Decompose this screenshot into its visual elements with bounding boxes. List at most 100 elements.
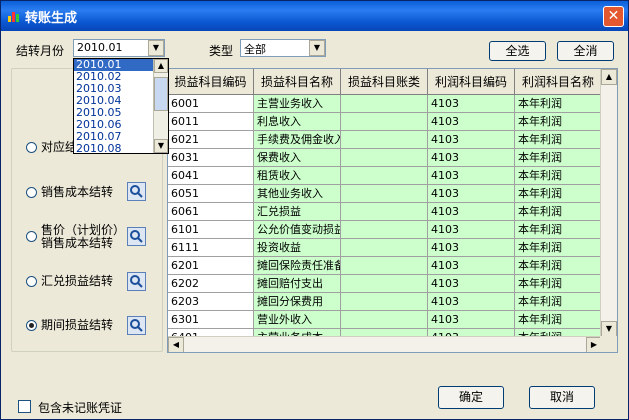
vertical-scrollbar[interactable]: ▲ ▼ bbox=[600, 69, 617, 337]
table-cell[interactable]: 4103 bbox=[428, 131, 515, 149]
table-cell[interactable] bbox=[341, 275, 428, 293]
table-cell[interactable]: 本年利润 bbox=[515, 311, 602, 329]
table-cell[interactable]: 营业外收入 bbox=[254, 311, 341, 329]
radio-sales-cost-transfer[interactable] bbox=[26, 187, 37, 198]
table-cell[interactable]: 6203 bbox=[168, 293, 254, 311]
scroll-up-icon[interactable]: ▲ bbox=[154, 59, 168, 73]
table-cell[interactable]: 本年利润 bbox=[515, 131, 602, 149]
table-cell[interactable]: 4103 bbox=[428, 185, 515, 203]
table-cell[interactable]: 6202 bbox=[168, 275, 254, 293]
column-header[interactable]: 利润科目编码 bbox=[428, 69, 515, 95]
radio-exchange-gain-loss-transfer[interactable] bbox=[26, 276, 37, 287]
table-cell[interactable]: 4103 bbox=[428, 113, 515, 131]
table-cell[interactable] bbox=[341, 257, 428, 275]
table-cell[interactable]: 手续费及佣金收入 bbox=[254, 131, 341, 149]
table-cell[interactable]: 6001 bbox=[168, 95, 254, 113]
column-header[interactable]: 损益科目名称 bbox=[254, 69, 341, 95]
table-cell[interactable]: 6031 bbox=[168, 149, 254, 167]
table-cell[interactable]: 6011 bbox=[168, 113, 254, 131]
table-row[interactable]: 6203 摊回分保费用 4103 本年利润 bbox=[168, 293, 602, 311]
chevron-down-icon[interactable]: ▼ bbox=[148, 40, 164, 56]
table-cell[interactable]: 6111 bbox=[168, 239, 254, 257]
table-cell[interactable]: 4103 bbox=[428, 167, 515, 185]
table-cell[interactable] bbox=[341, 113, 428, 131]
table-cell[interactable]: 本年利润 bbox=[515, 149, 602, 167]
chevron-down-icon[interactable]: ▼ bbox=[309, 40, 325, 56]
column-header[interactable]: 损益科目账类 bbox=[341, 69, 428, 95]
table-cell[interactable]: 本年利润 bbox=[515, 239, 602, 257]
radio-planned-price-transfer[interactable] bbox=[26, 231, 37, 242]
scroll-down-icon[interactable]: ▼ bbox=[154, 139, 168, 153]
scroll-up-icon[interactable]: ▲ bbox=[601, 69, 617, 85]
table-cell[interactable]: 本年利润 bbox=[515, 203, 602, 221]
table-cell[interactable]: 本年利润 bbox=[515, 275, 602, 293]
table-cell[interactable]: 6051 bbox=[168, 185, 254, 203]
table-cell[interactable]: 主营业务收入 bbox=[254, 95, 341, 113]
table-cell[interactable]: 4103 bbox=[428, 239, 515, 257]
table-cell[interactable]: 6021 bbox=[168, 131, 254, 149]
table-cell[interactable]: 摊回保险责任准备金 bbox=[254, 257, 341, 275]
select-all-button[interactable]: 全选 bbox=[489, 41, 546, 61]
table-cell[interactable] bbox=[341, 311, 428, 329]
table-row[interactable]: 6101 公允价值变动损益 4103 本年利润 bbox=[168, 221, 602, 239]
table-cell[interactable]: 4103 bbox=[428, 257, 515, 275]
table-cell[interactable]: 本年利润 bbox=[515, 95, 602, 113]
table-cell[interactable]: 4103 bbox=[428, 293, 515, 311]
exchange-search-button[interactable] bbox=[127, 272, 146, 291]
period-profit-search-button[interactable] bbox=[127, 316, 146, 335]
table-cell[interactable]: 本年利润 bbox=[515, 257, 602, 275]
table-cell[interactable]: 6301 bbox=[168, 311, 254, 329]
table-row[interactable]: 6041 租赁收入 4103 本年利润 bbox=[168, 167, 602, 185]
table-row[interactable]: 6202 摊回赔付支出 4103 本年利润 bbox=[168, 275, 602, 293]
horizontal-scrollbar[interactable]: ◀ ▶ bbox=[168, 336, 602, 352]
sales-cost-search-button[interactable] bbox=[127, 182, 146, 201]
ok-button[interactable]: 确定 bbox=[438, 386, 504, 409]
table-cell[interactable]: 4103 bbox=[428, 221, 515, 239]
table-cell[interactable]: 4103 bbox=[428, 275, 515, 293]
table-cell[interactable] bbox=[341, 239, 428, 257]
column-header[interactable]: 利润科目名称 bbox=[515, 69, 602, 95]
table-cell[interactable]: 投资收益 bbox=[254, 239, 341, 257]
type-select[interactable]: 全部 ▼ bbox=[240, 39, 326, 57]
dropdown-scrollbar[interactable]: ▲ ▼ bbox=[153, 59, 168, 153]
table-cell[interactable] bbox=[341, 95, 428, 113]
table-cell[interactable]: 6201 bbox=[168, 257, 254, 275]
table-row[interactable]: 6201摊回保险责任准备金 4103本年利润 bbox=[168, 257, 602, 275]
cancel-button[interactable]: 取消 bbox=[529, 386, 595, 409]
table-cell[interactable]: 6061 bbox=[168, 203, 254, 221]
table-cell[interactable]: 4103 bbox=[428, 311, 515, 329]
table-row[interactable]: 6021 手续费及佣金收入 4103 本年利润 bbox=[168, 131, 602, 149]
radio-period-profit-loss-transfer[interactable] bbox=[26, 320, 37, 331]
table-cell[interactable] bbox=[341, 185, 428, 203]
table-cell[interactable]: 本年利润 bbox=[515, 113, 602, 131]
table-cell[interactable]: 本年利润 bbox=[515, 167, 602, 185]
table-cell[interactable]: 6101 bbox=[168, 221, 254, 239]
close-button[interactable]: ✕ bbox=[603, 6, 624, 27]
table-cell[interactable]: 6041 bbox=[168, 167, 254, 185]
table-cell[interactable]: 汇兑损益 bbox=[254, 203, 341, 221]
table-cell[interactable]: 4103 bbox=[428, 203, 515, 221]
table-cell[interactable] bbox=[341, 149, 428, 167]
table-cell[interactable]: 利息收入 bbox=[254, 113, 341, 131]
scroll-left-icon[interactable]: ◀ bbox=[168, 337, 184, 352]
table-row[interactable]: 6061 汇兑损益 4103 本年利润 bbox=[168, 203, 602, 221]
scroll-down-icon[interactable]: ▼ bbox=[601, 321, 617, 337]
table-cell[interactable]: 租赁收入 bbox=[254, 167, 341, 185]
table-row[interactable]: 6301 营业外收入 4103 本年利润 bbox=[168, 311, 602, 329]
table-cell[interactable] bbox=[341, 221, 428, 239]
table-cell[interactable] bbox=[341, 167, 428, 185]
table-row[interactable]: 6111 投资收益 4103 本年利润 bbox=[168, 239, 602, 257]
table-cell[interactable]: 保费收入 bbox=[254, 149, 341, 167]
table-cell[interactable]: 本年利润 bbox=[515, 293, 602, 311]
radio-corresponding-transfer[interactable] bbox=[26, 142, 37, 153]
planned-price-search-button[interactable] bbox=[127, 227, 146, 246]
table-cell[interactable]: 本年利润 bbox=[515, 185, 602, 203]
table-row[interactable]: 6011 利息收入 4103 本年利润 bbox=[168, 113, 602, 131]
table-cell[interactable]: 其他业务收入 bbox=[254, 185, 341, 203]
table-row[interactable]: 6001 主营业务收入 4103 本年利润 bbox=[168, 95, 602, 113]
table-cell[interactable] bbox=[341, 131, 428, 149]
table-cell[interactable]: 4103 bbox=[428, 149, 515, 167]
month-select[interactable]: 2010.01 ▼ bbox=[73, 39, 165, 57]
table-cell[interactable]: 本年利润 bbox=[515, 221, 602, 239]
clear-all-button[interactable]: 全消 bbox=[557, 41, 614, 61]
